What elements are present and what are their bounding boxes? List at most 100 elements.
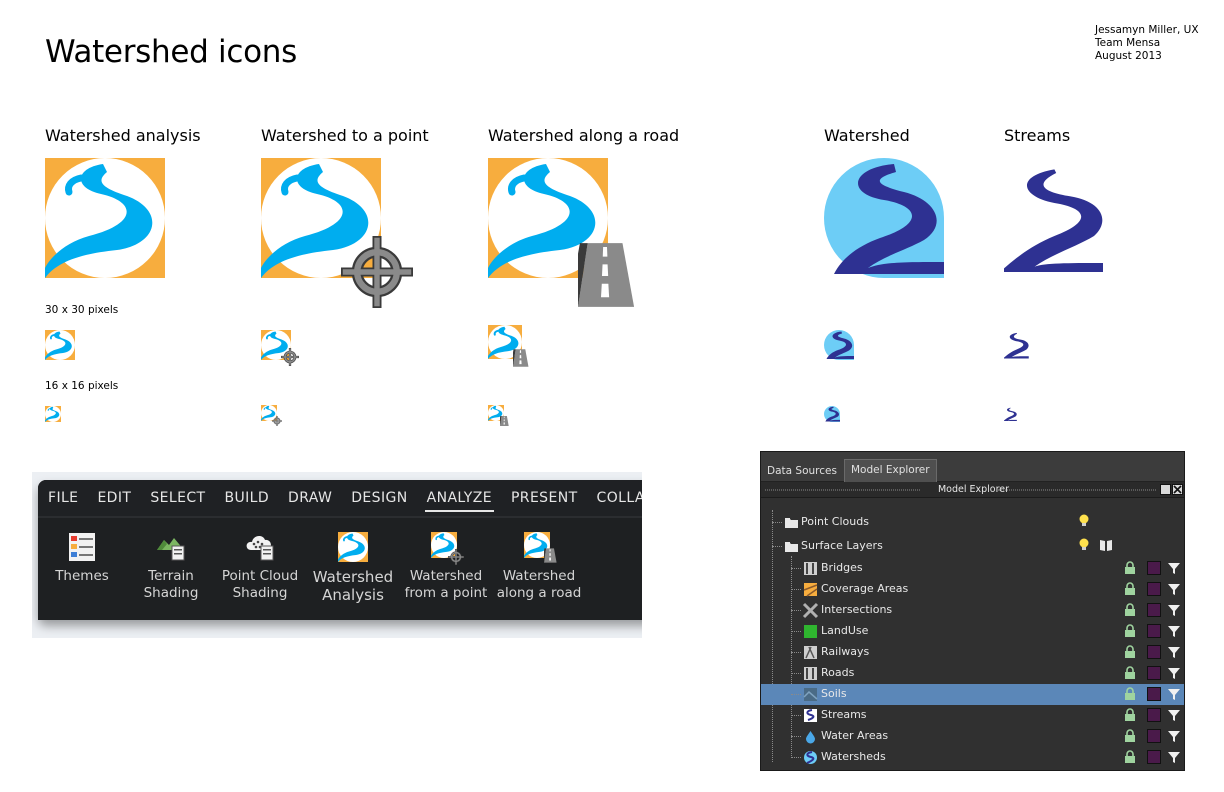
tree-group-surface-layers[interactable]: Surface Layers	[761, 536, 1184, 557]
filter-icon[interactable]	[1167, 666, 1181, 680]
menu-edit[interactable]: EDIT	[97, 490, 131, 506]
tree-group-label: Point Clouds	[801, 515, 869, 528]
tree-layer-row[interactable]: Streams	[761, 705, 1184, 726]
terrain-shading-icon	[157, 538, 185, 561]
color-swatch-icon[interactable]	[1147, 624, 1161, 638]
size-label-16: 16 x 16 pixels	[45, 380, 119, 392]
filter-icon[interactable]	[1167, 645, 1181, 659]
tree-layer-row[interactable]: Water Areas	[761, 726, 1184, 747]
book-icon[interactable]	[1099, 538, 1113, 552]
filter-icon[interactable]	[1167, 729, 1181, 743]
lock-icon[interactable]	[1123, 708, 1137, 722]
close-button[interactable]	[1172, 484, 1183, 495]
tool-watershed-along-road[interactable]: Watershed along a road	[493, 532, 585, 602]
ribbon-toolbar: FILE EDIT SELECT BUILD DRAW DESIGN ANALY…	[38, 480, 642, 620]
menu-select[interactable]: SELECT	[150, 490, 205, 506]
menu-design[interactable]: DESIGN	[351, 490, 407, 506]
lock-icon[interactable]	[1123, 603, 1137, 617]
streams-icon	[804, 709, 817, 722]
color-swatch-icon[interactable]	[1147, 666, 1161, 680]
tree-layer-row[interactable]: Bridges	[761, 558, 1184, 579]
tree-layer-label: Watersheds	[821, 750, 886, 763]
watershed-road-icon	[488, 325, 529, 367]
tool-themes[interactable]: Themes	[36, 532, 128, 585]
filter-icon[interactable]	[1167, 561, 1181, 575]
tool-watershed-from-point[interactable]: Watershed from a point	[400, 532, 492, 602]
credits: Jessamyn Miller, UX Team Mensa August 20…	[1095, 24, 1199, 63]
streams-icon	[1004, 407, 1017, 421]
tree-layer-label: Bridges	[821, 561, 863, 574]
filter-icon[interactable]	[1167, 708, 1181, 722]
watershed-icon	[804, 751, 817, 764]
watershed-point-icon	[261, 405, 282, 426]
watershed-icon	[824, 330, 854, 360]
lock-icon[interactable]	[1123, 750, 1137, 764]
tree-layer-label: Coverage Areas	[821, 582, 909, 595]
lock-icon[interactable]	[1123, 729, 1137, 743]
watershed-icon	[824, 158, 944, 278]
lock-icon[interactable]	[1123, 666, 1137, 680]
color-swatch-icon[interactable]	[1147, 729, 1161, 743]
railway-icon	[804, 646, 817, 659]
tool-watershed-along-road-label: Watershed along a road	[496, 568, 582, 601]
color-swatch-icon[interactable]	[1147, 687, 1161, 701]
filter-icon[interactable]	[1167, 603, 1181, 617]
tree-layer-row[interactable]: Coverage Areas	[761, 579, 1184, 600]
lock-icon[interactable]	[1123, 624, 1137, 638]
tool-watershed-analysis[interactable]: Watershed Analysis	[307, 532, 399, 604]
menu-present[interactable]: PRESENT	[511, 490, 578, 506]
tree-layer-label: Roads	[821, 666, 855, 679]
tab-data-sources[interactable]: Data Sources	[761, 461, 843, 482]
filter-icon[interactable]	[1167, 582, 1181, 596]
color-swatch-icon[interactable]	[1147, 750, 1161, 764]
tree-group-point-clouds[interactable]: Point Clouds	[761, 512, 1184, 533]
color-swatch-icon[interactable]	[1147, 708, 1161, 722]
lock-icon[interactable]	[1123, 582, 1137, 596]
lightbulb-icon[interactable]	[1077, 537, 1091, 551]
color-swatch-icon[interactable]	[1147, 561, 1161, 575]
tree-layer-label: LandUse	[821, 624, 869, 637]
tab-model-explorer[interactable]: Model Explorer	[844, 459, 937, 482]
filter-icon[interactable]	[1167, 687, 1181, 701]
tool-terrain-shading[interactable]: Terrain Shading	[125, 532, 217, 602]
filter-icon[interactable]	[1167, 624, 1181, 638]
watershed-point-icon	[261, 330, 299, 366]
point-cloud-shading-icon	[246, 536, 274, 561]
lightbulb-icon[interactable]	[1077, 513, 1091, 527]
tree-layer-row[interactable]: Roads	[761, 663, 1184, 684]
menu-build[interactable]: BUILD	[224, 490, 269, 506]
landuse-icon	[804, 625, 817, 638]
tree-layer-row[interactable]: Soils	[761, 684, 1184, 705]
filter-icon[interactable]	[1167, 750, 1181, 764]
lock-icon[interactable]	[1123, 687, 1137, 701]
watershed-point-icon	[261, 158, 416, 308]
restore-button[interactable]	[1160, 484, 1171, 495]
road-icon	[804, 667, 817, 680]
color-swatch-icon[interactable]	[1147, 645, 1161, 659]
color-swatch-icon[interactable]	[1147, 582, 1161, 596]
lock-icon[interactable]	[1123, 645, 1137, 659]
watershed-analysis-icon	[45, 330, 75, 360]
lock-icon[interactable]	[1123, 561, 1137, 575]
menu-collab[interactable]: COLLAB	[597, 490, 642, 506]
label-watershed-analysis: Watershed analysis	[45, 126, 201, 145]
tree-layer-row[interactable]: Railways	[761, 642, 1184, 663]
ribbon-menu-bar: FILE EDIT SELECT BUILD DRAW DESIGN ANALY…	[38, 480, 642, 516]
tree-layer-label: Railways	[821, 645, 870, 658]
bridge-icon	[804, 562, 817, 575]
watershed-analysis-icon	[338, 532, 368, 562]
tree-layer-row[interactable]: LandUse	[761, 621, 1184, 642]
credit-date: August 2013	[1095, 50, 1162, 62]
menu-analyze[interactable]: ANALYZE	[424, 490, 495, 512]
menu-draw[interactable]: DRAW	[288, 490, 332, 506]
watershed-icon	[824, 406, 840, 422]
color-swatch-icon[interactable]	[1147, 603, 1161, 617]
tree-layer-row[interactable]: Intersections	[761, 600, 1184, 621]
tool-point-cloud-shading[interactable]: Point Cloud Shading	[214, 532, 306, 602]
explorer-title-bar: Model Explorer	[761, 482, 1184, 498]
menu-file[interactable]: FILE	[48, 490, 78, 506]
tree-layer-label: Soils	[821, 687, 847, 700]
tree-layer-row[interactable]: Watersheds	[761, 747, 1184, 768]
label-watershed: Watershed	[824, 126, 910, 145]
watershed-point-icon	[431, 532, 464, 565]
